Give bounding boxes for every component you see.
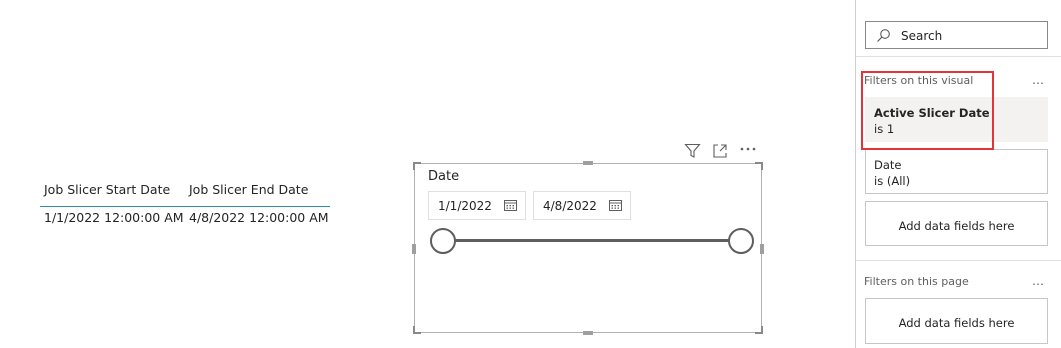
resize-handle[interactable] <box>755 162 763 170</box>
add-fields-label: Add data fields here <box>898 316 1015 330</box>
column-header-end-date[interactable]: Job Slicer End Date <box>189 182 308 197</box>
filter-search-input[interactable]: Search <box>865 21 1048 49</box>
resize-handle[interactable] <box>412 244 416 254</box>
highlight-box <box>861 71 994 150</box>
visual-filters-more-icon[interactable]: … <box>1032 73 1045 87</box>
resize-handle[interactable] <box>583 331 593 335</box>
resize-handle[interactable] <box>760 244 764 254</box>
resize-handle[interactable] <box>755 326 763 334</box>
cell-end-date: 4/8/2022 12:00:00 AM <box>189 210 329 225</box>
add-visual-data-fields-well[interactable]: Add data fields here <box>865 201 1048 246</box>
divider <box>856 56 1061 57</box>
end-date-input[interactable]: 4/8/2022 <box>533 191 631 220</box>
divider <box>856 260 1061 261</box>
slider-track[interactable] <box>442 239 742 242</box>
resize-handle[interactable] <box>413 326 421 334</box>
focus-mode-icon[interactable] <box>712 143 728 163</box>
slider-end-handle[interactable] <box>728 228 754 254</box>
table-row: 1/1/2022 12:00:00 AM 4/8/2022 12:00:00 A… <box>40 207 330 231</box>
filter-icon[interactable] <box>684 143 701 163</box>
column-header-start-date[interactable]: Job Slicer Start Date <box>44 182 170 197</box>
end-date-value: 4/8/2022 <box>543 199 597 213</box>
calendar-icon[interactable] <box>609 199 622 214</box>
resize-handle[interactable] <box>583 161 593 165</box>
filter-card-condition: is (All) <box>874 174 911 188</box>
cell-start-date: 1/1/2022 12:00:00 AM <box>44 210 184 225</box>
add-page-data-fields-well[interactable]: Add data fields here <box>865 298 1048 344</box>
filters-pane: Search Filters on this visual … Active S… <box>855 0 1061 348</box>
table-visual: Job Slicer Start Date Job Slicer End Dat… <box>40 178 330 231</box>
start-date-value: 1/1/2022 <box>438 199 492 213</box>
page-filters-more-icon[interactable]: … <box>1032 274 1045 288</box>
search-placeholder: Search <box>901 29 943 43</box>
filter-card-date[interactable]: Date is (All) <box>865 149 1048 194</box>
table-header-row: Job Slicer Start Date Job Slicer End Dat… <box>40 178 330 207</box>
filter-card-name: Date <box>874 158 902 172</box>
add-fields-label: Add data fields here <box>898 219 1015 233</box>
search-icon <box>876 28 891 46</box>
more-options-icon[interactable] <box>739 141 757 161</box>
date-slicer[interactable]: Date 1/1/2022 4/8/2022 <box>412 161 764 335</box>
calendar-icon[interactable] <box>504 199 517 214</box>
slicer-title: Date <box>428 169 460 184</box>
resize-handle[interactable] <box>413 162 421 170</box>
start-date-input[interactable]: 1/1/2022 <box>428 191 526 220</box>
section-label-page-filters: Filters on this page <box>864 275 969 288</box>
slider-start-handle[interactable] <box>430 228 456 254</box>
